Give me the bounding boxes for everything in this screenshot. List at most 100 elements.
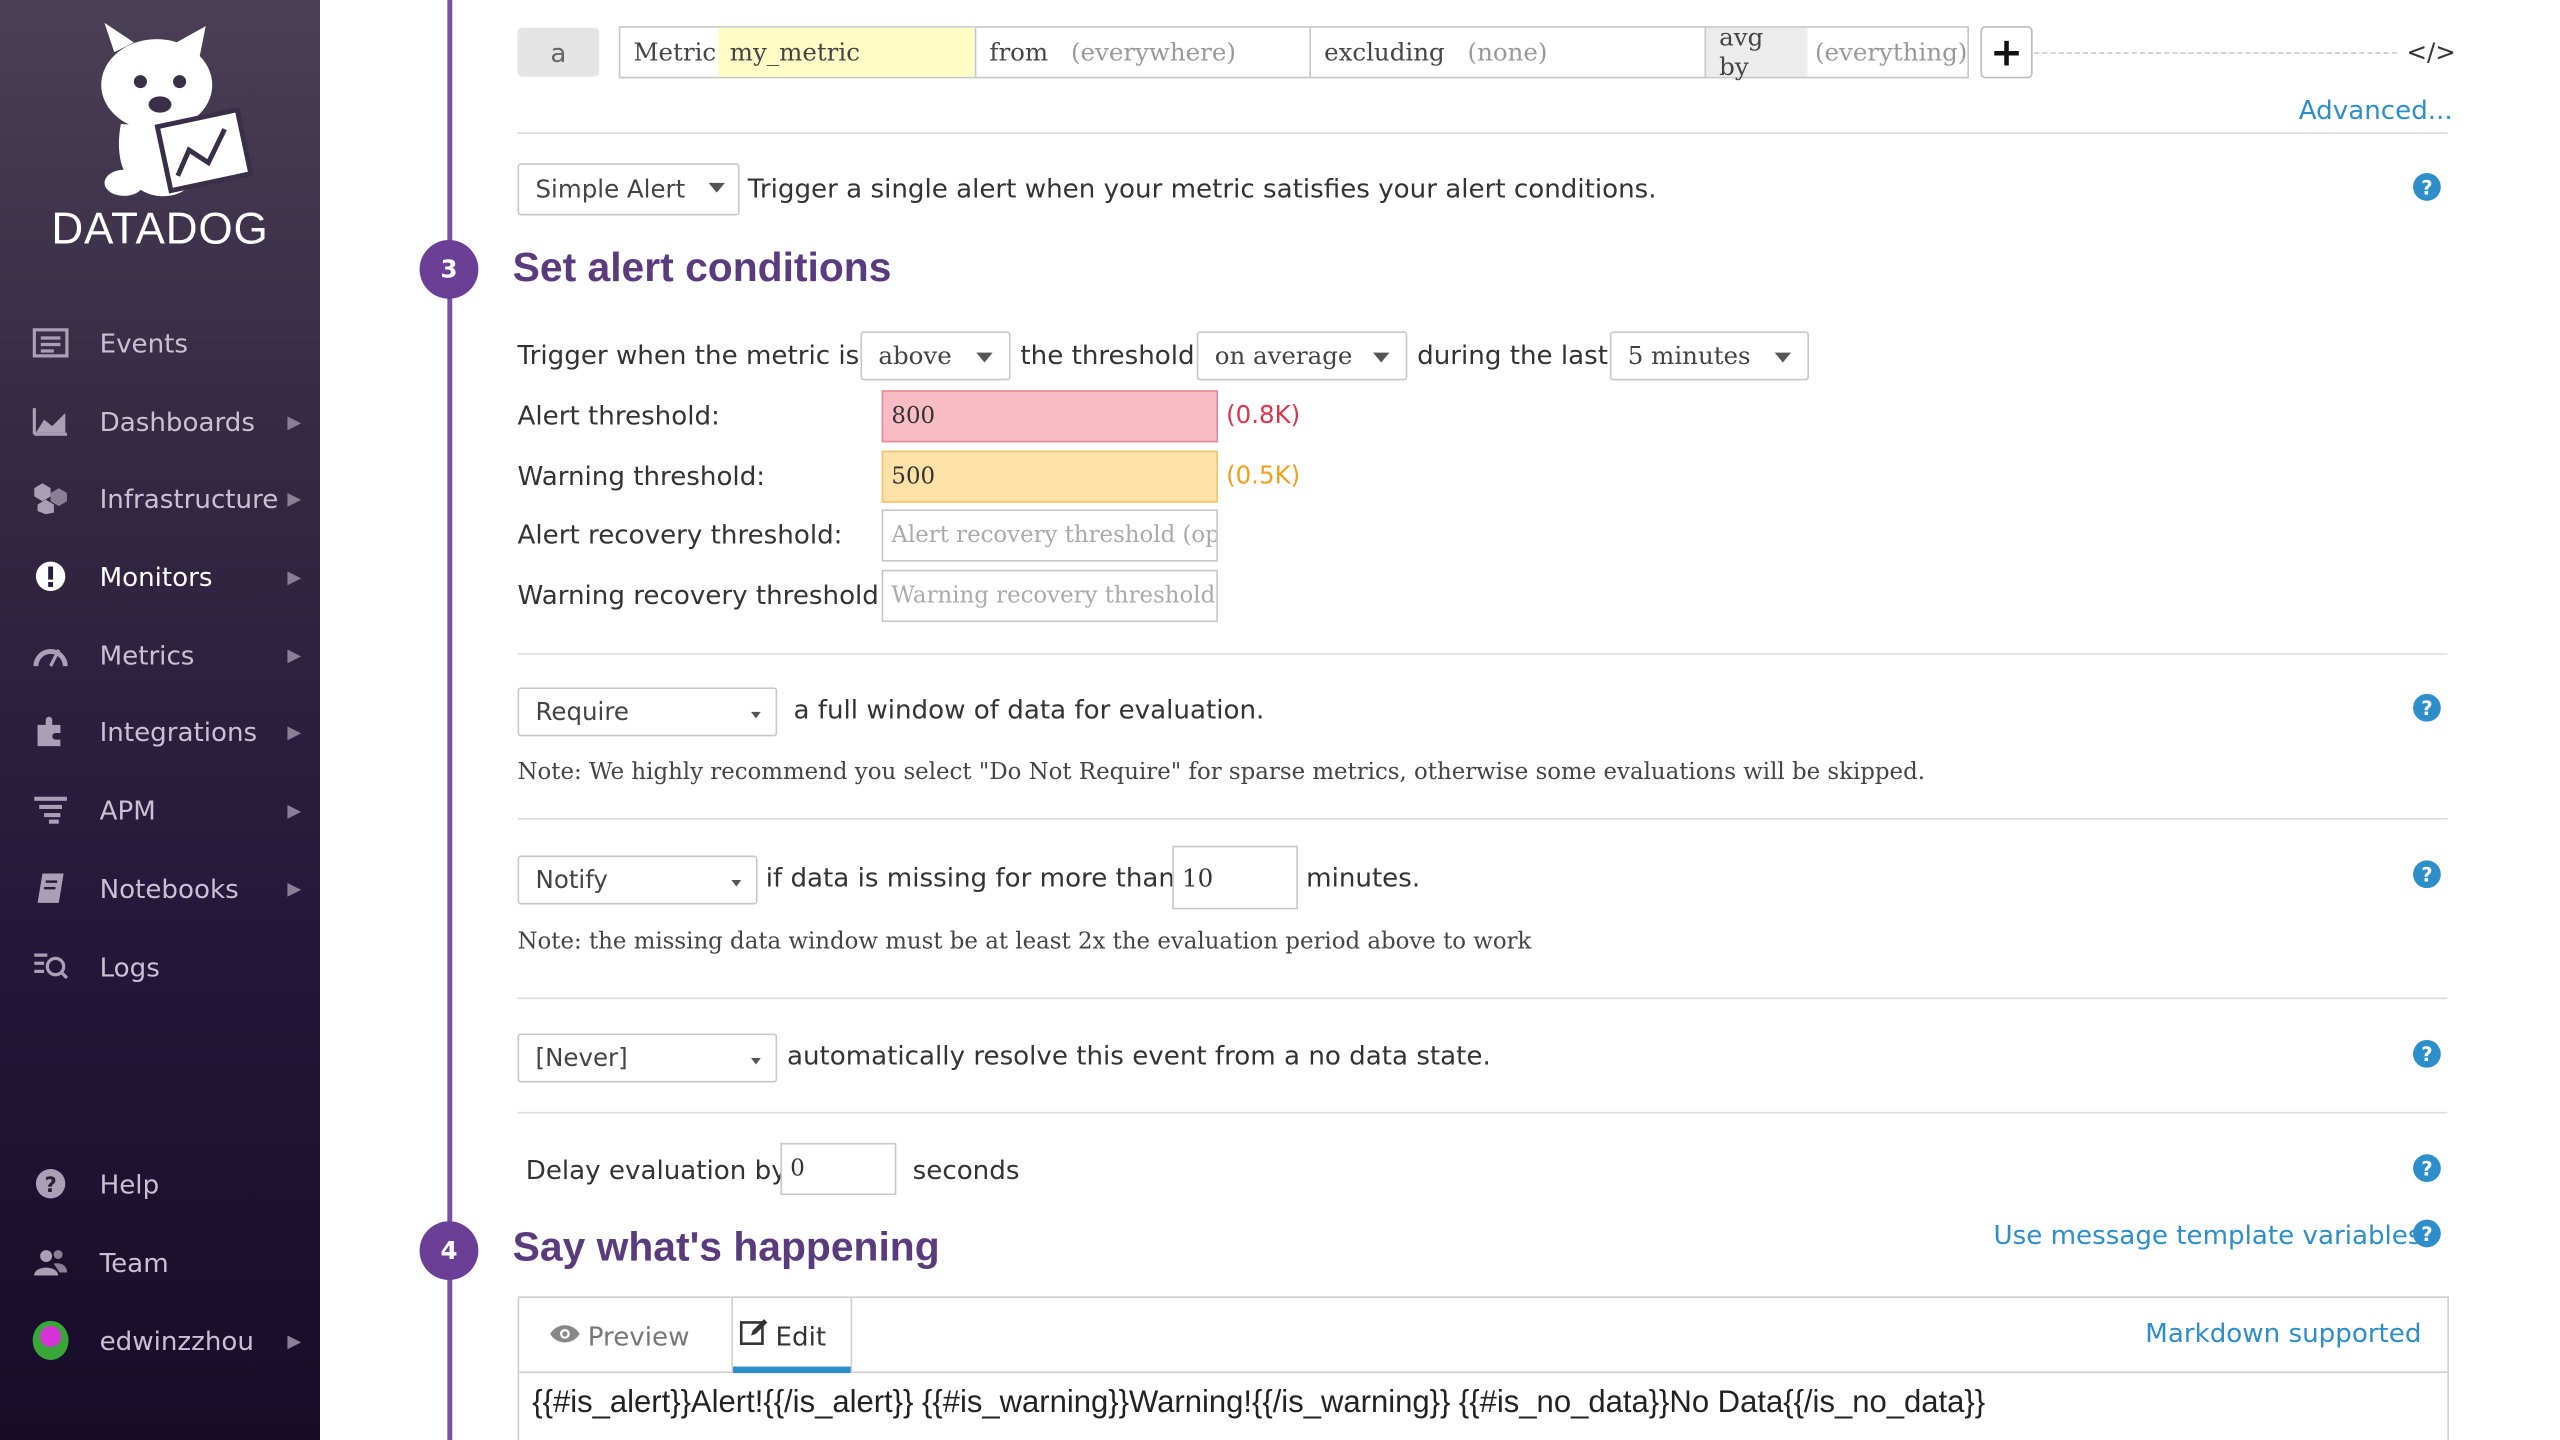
excluding-field[interactable]: excluding (none): [1309, 26, 1707, 79]
warning-recovery-input[interactable]: Warning recovery threshold: [881, 569, 1218, 623]
help-icon[interactable]: ?: [2413, 693, 2441, 722]
sidebar-item-label: Help: [99, 1168, 160, 1200]
chevron-right-icon: ▶: [287, 877, 302, 899]
sidebar-item-notebooks[interactable]: Notebooks ▶: [0, 856, 320, 921]
sidebar-item-label: Infrastructure: [99, 482, 279, 514]
sidebar-item-dashboards[interactable]: Dashboards ▶: [0, 389, 320, 454]
sidebar-item-events[interactable]: Events: [0, 310, 320, 375]
sidebar-item-integrations[interactable]: Integrations ▶: [0, 699, 320, 764]
sidebar-item-help[interactable]: ? Help: [0, 1151, 320, 1216]
tab-edit-label: Edit: [775, 1320, 827, 1352]
chevron-down-icon: [708, 182, 725, 193]
alert-type-description: Trigger a single alert when your metric …: [747, 173, 1657, 205]
integrations-icon: [33, 713, 69, 749]
comparison-select[interactable]: above: [860, 331, 1011, 381]
svg-text:?: ?: [44, 1173, 56, 1198]
no-data-minutes-input[interactable]: 10: [1172, 845, 1298, 910]
chevron-down-icon: [976, 352, 993, 363]
add-query-button[interactable]: +: [1980, 26, 2033, 79]
monitors-icon: [33, 558, 69, 594]
chevron-right-icon: ▶: [287, 410, 302, 432]
tab-preview-label: Preview: [587, 1320, 690, 1352]
sidebar-item-user[interactable]: edwinzzhou ▶: [0, 1308, 320, 1373]
notebooks-icon: [33, 870, 69, 906]
chevron-down-icon: [751, 711, 761, 719]
sidebar-item-label: Integrations: [99, 715, 258, 747]
help-icon[interactable]: ?: [2413, 1154, 2441, 1183]
alert-threshold-input[interactable]: 800: [881, 390, 1218, 443]
require-window-text: a full window of data for evaluation.: [793, 693, 1265, 725]
metric-field[interactable]: Metric my_metric: [618, 26, 977, 79]
avg-by-value: (everything): [1814, 37, 1968, 67]
help-icon[interactable]: ?: [2413, 173, 2441, 201]
sidebar-item-label: Metrics: [99, 639, 195, 671]
sidebar-item-label: Logs: [99, 951, 160, 983]
divider: [517, 132, 2448, 134]
trigger-prefix-text: Trigger when the metric is: [517, 339, 860, 371]
sidebar-item-label: edwinzzhou: [99, 1324, 254, 1356]
require-window-select[interactable]: Require: [517, 687, 778, 737]
divider: [517, 653, 2448, 655]
dashboards-icon: [32, 403, 69, 439]
aggregation-select[interactable]: on average: [1196, 331, 1408, 381]
alert-type-value: Simple Alert: [535, 174, 686, 205]
divider: [517, 1111, 2448, 1114]
warning-threshold-hint: (0.5K): [1226, 460, 1301, 490]
section-title-say-whats-happening: Say what's happening: [512, 1224, 940, 1271]
message-textarea[interactable]: {{#is_alert}}Alert!{{/is_alert}} {{#is_w…: [532, 1386, 1985, 1422]
query-divider: [2034, 52, 2397, 54]
alert-type-select[interactable]: Simple Alert: [517, 163, 740, 216]
markdown-link[interactable]: Markdown supported: [2145, 1318, 2421, 1349]
notify-minutes-suffix: minutes.: [1306, 862, 1421, 894]
tab-edit[interactable]: Edit: [731, 1297, 853, 1374]
sidebar-item-apm[interactable]: APM ▶: [0, 777, 320, 842]
chevron-right-icon: ▶: [287, 565, 302, 587]
require-note: Note: We highly recommend you select "Do…: [517, 759, 1926, 786]
chevron-right-icon: ▶: [287, 644, 302, 666]
sidebar-item-logs[interactable]: Logs: [0, 934, 320, 999]
advanced-link[interactable]: Advanced...: [2299, 95, 2453, 126]
alert-recovery-input[interactable]: Alert recovery threshold (op: [881, 509, 1218, 562]
alert-recovery-label: Alert recovery threshold:: [517, 519, 843, 551]
tab-preview[interactable]: Preview: [549, 1298, 729, 1373]
sidebar-item-label: Monitors: [99, 560, 213, 592]
delay-suffix-text: seconds: [912, 1154, 1020, 1186]
sidebar-item-infrastructure[interactable]: Infrastructure ▶: [0, 465, 320, 530]
chevron-right-icon: ▶: [287, 799, 302, 821]
sidebar-item-label: Team: [99, 1246, 169, 1278]
sidebar-item-monitors[interactable]: Monitors ▶: [0, 544, 320, 609]
help-icon[interactable]: ?: [2413, 1219, 2441, 1248]
help-icon[interactable]: ?: [2413, 860, 2441, 889]
excluding-label: excluding: [1324, 37, 1445, 67]
help-icon[interactable]: ?: [2413, 1040, 2441, 1068]
template-variables-link[interactable]: Use message template variables: [1993, 1220, 2421, 1251]
window-select[interactable]: 5 minutes: [1609, 331, 1809, 381]
require-window-value: Require: [535, 697, 629, 727]
query-letter[interactable]: a: [517, 27, 600, 77]
sidebar: DATADOG Events Dashboards ▶ Infrastructu…: [0, 0, 320, 1440]
from-value: (everywhere): [1070, 37, 1236, 67]
chevron-down-icon: [731, 880, 742, 887]
auto-resolve-text: automatically resolve this event from a …: [786, 1040, 1491, 1072]
sidebar-item-team[interactable]: Team: [0, 1229, 320, 1294]
code-toggle-icon[interactable]: </>: [2407, 38, 2456, 67]
sidebar-item-label: APM: [99, 794, 156, 826]
chevron-down-icon: [1774, 352, 1792, 363]
during-text: during the last: [1417, 339, 1609, 371]
avg-by-field[interactable]: avg by (everything): [1704, 23, 1969, 82]
brand-name: DATADOG: [51, 204, 269, 254]
divider: [517, 817, 2448, 820]
window-value: 5 minutes: [1627, 341, 1751, 371]
warning-threshold-input[interactable]: 500: [881, 450, 1218, 503]
apm-icon: [33, 792, 69, 828]
alert-threshold-label: Alert threshold:: [517, 400, 720, 432]
sidebar-item-metrics[interactable]: Metrics ▶: [0, 622, 320, 687]
notify-no-data-select[interactable]: Notify: [517, 855, 758, 905]
infrastructure-icon: [33, 480, 69, 516]
from-field[interactable]: from (everywhere): [974, 26, 1312, 79]
help-icon: ?: [33, 1166, 69, 1202]
notify-no-data-text: if data is missing for more than: [765, 862, 1175, 894]
chevron-down-icon: [1373, 352, 1390, 363]
auto-resolve-select[interactable]: [Never]: [517, 1033, 778, 1083]
delay-seconds-input[interactable]: 0: [780, 1142, 897, 1196]
